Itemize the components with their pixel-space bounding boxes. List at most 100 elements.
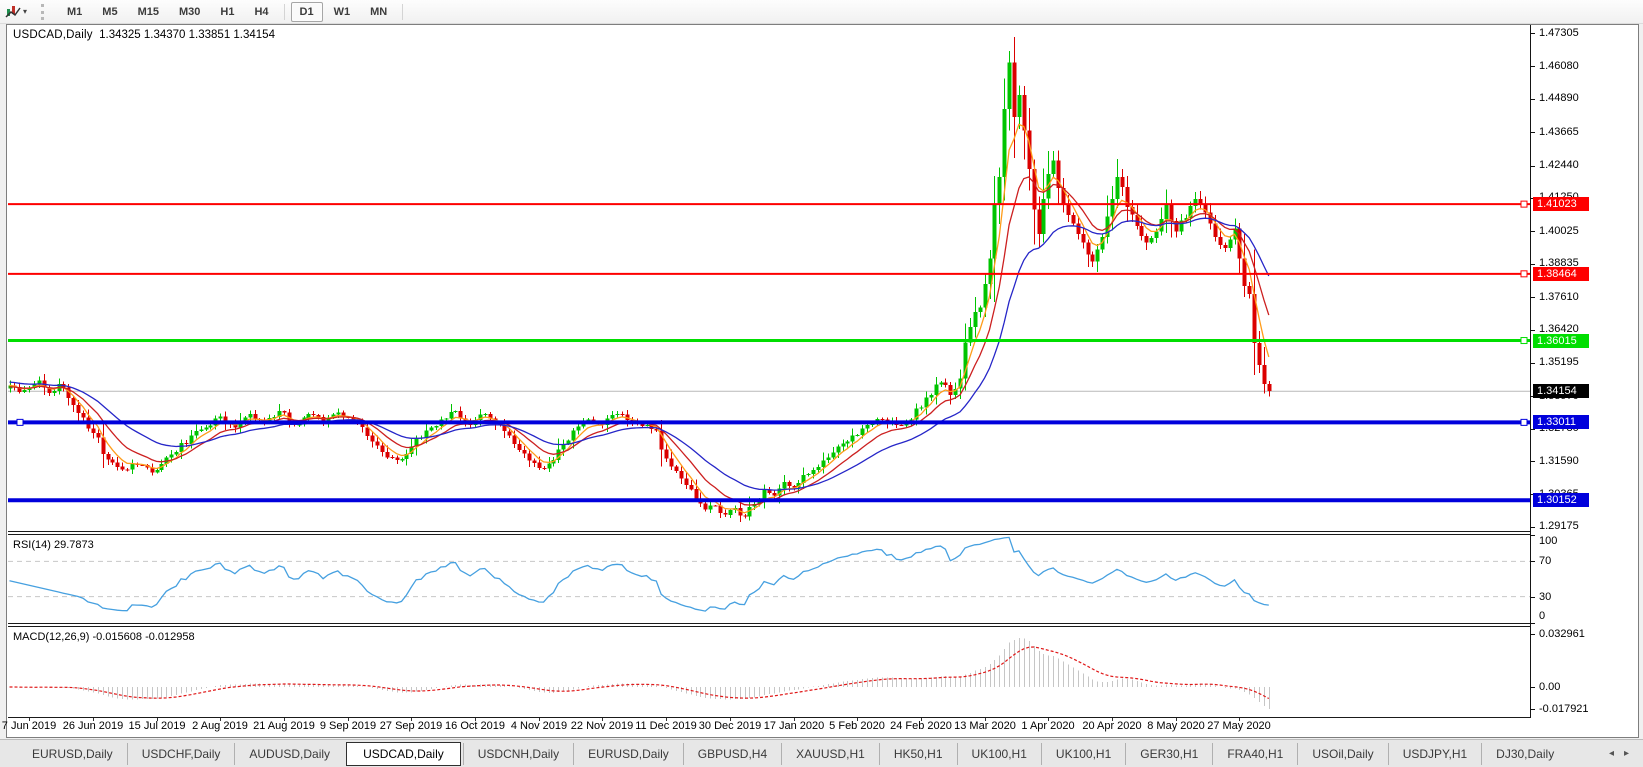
price-tick	[1530, 527, 1535, 528]
date-label: 13 Mar 2020	[954, 720, 1016, 732]
price-tick	[1530, 132, 1535, 133]
current-price-label: 1.34154	[1533, 384, 1589, 398]
rsi-line	[10, 537, 1269, 611]
date-label: 21 Aug 2019	[253, 720, 315, 732]
price-tick	[1530, 461, 1535, 462]
timeframe-button-m15[interactable]: M15	[129, 2, 168, 22]
price-tick-label: 1.43665	[1539, 126, 1579, 139]
macd-signal-line	[10, 647, 1269, 699]
price-tick-label: 1.47305	[1539, 27, 1579, 40]
chart-symbol-label: USDCAD,Daily	[13, 29, 93, 41]
price-tick	[1530, 99, 1535, 100]
date-label: 11 Dec 2019	[635, 720, 697, 732]
date-label: 24 Feb 2020	[890, 720, 952, 732]
dropdown-caret-icon[interactable]: ▾	[23, 7, 35, 16]
price-tick	[1530, 166, 1535, 167]
macd-tick	[1530, 687, 1535, 688]
date-label: 17 Jan 2020	[764, 720, 825, 732]
tab-usdcnh-daily-4[interactable]: USDCNH,Daily	[463, 743, 573, 765]
tab-scroll-left-icon[interactable]: ◂	[1609, 748, 1614, 759]
rsi-label: RSI(14) 29.7873	[13, 539, 94, 551]
top-toolbar: ▾ M1M5M15M30H1H4 D1W1MN	[0, 0, 1643, 24]
main-price-pane[interactable]	[8, 25, 1530, 531]
tab-eurusd-daily-0[interactable]: EURUSD,Daily	[18, 743, 127, 765]
tab-uk100-h1-10[interactable]: UK100,H1	[1041, 743, 1125, 765]
price-tick-label: 1.42440	[1539, 159, 1579, 172]
tab-usdchf-daily-1[interactable]: USDCHF,Daily	[127, 743, 235, 765]
toolbar-drag-handle[interactable]	[41, 4, 49, 20]
timeframe-button-m1[interactable]: M1	[58, 2, 91, 22]
timeframe-button-h1[interactable]: H1	[211, 2, 243, 22]
timeframe-button-m5[interactable]: M5	[93, 2, 126, 22]
price-tick-label: 1.46080	[1539, 60, 1579, 73]
ma-24	[10, 218, 1269, 490]
date-axis-separator	[8, 717, 1530, 718]
pane-divider	[8, 626, 1530, 627]
price-tick	[1530, 33, 1535, 34]
tab-usoil-daily-13[interactable]: USOil,Daily	[1297, 743, 1387, 765]
date-label: 20 Apr 2020	[1082, 720, 1141, 732]
price-tick-label: 1.44890	[1539, 92, 1579, 105]
date-label: 15 Jul 2019	[129, 720, 186, 732]
chart-title: USDCAD,Daily 1.34325 1.34370 1.33851 1.3…	[13, 29, 275, 41]
price-tick-label: 1.35195	[1539, 356, 1579, 369]
price-tick	[1530, 297, 1535, 298]
indicator-tool-icon[interactable]	[3, 3, 23, 21]
rsi-tick	[1530, 623, 1535, 624]
pane-divider	[8, 534, 1530, 535]
tab-eurusd-daily-5[interactable]: EURUSD,Daily	[573, 743, 683, 765]
rsi-tick-label: 30	[1539, 591, 1551, 604]
price-axis-line	[1530, 25, 1531, 718]
date-label: 9 Sep 2019	[320, 720, 376, 732]
price-tick-label: 1.37610	[1539, 291, 1579, 304]
date-label: 16 Oct 2019	[445, 720, 505, 732]
tab-hk50-h1-8[interactable]: HK50,H1	[879, 743, 957, 765]
tab-scroll-right-icon[interactable]: ▸	[1624, 748, 1629, 759]
price-tick	[1530, 66, 1535, 67]
macd-pane[interactable]	[8, 627, 1530, 716]
macd-label: MACD(12,26,9) -0.015608 -0.012958	[13, 631, 195, 643]
rsi-tick	[1530, 561, 1535, 562]
date-label: 30 Dec 2019	[699, 720, 761, 732]
date-label: 4 Nov 2019	[511, 720, 567, 732]
date-label: 8 May 2020	[1147, 720, 1204, 732]
tab-usdjpy-h1-14[interactable]: USDJPY,H1	[1388, 743, 1481, 765]
timeframe-button-h4[interactable]: H4	[245, 2, 277, 22]
rsi-tick-label: 100	[1539, 535, 1557, 548]
tab-gbpusd-h4-6[interactable]: GBPUSD,H4	[683, 743, 781, 765]
symbol-tab-bar: EURUSD,DailyUSDCHF,DailyAUDUSD,DailyUSDC…	[0, 739, 1643, 767]
tab-dj30-daily-15[interactable]: DJ30,Daily	[1481, 743, 1568, 765]
macd-tick	[1530, 634, 1535, 635]
date-label: 22 Nov 2019	[571, 720, 633, 732]
price-tick-label: 1.31590	[1539, 455, 1579, 468]
date-label: 26 Jun 2019	[63, 720, 124, 732]
price-tick-label: 1.40025	[1539, 225, 1579, 238]
date-label: 1 Apr 2020	[1021, 720, 1074, 732]
timeframe-button-d1[interactable]: D1	[291, 2, 323, 22]
macd-tick-label: 0.032961	[1539, 628, 1585, 641]
rsi-tick	[1530, 535, 1535, 536]
hline-price-label: 1.41023	[1533, 197, 1589, 211]
tab-fra40-h1-12[interactable]: FRA40,H1	[1212, 743, 1297, 765]
macd-tick-label: 0.00	[1539, 681, 1560, 694]
timeframe-button-w1[interactable]: W1	[325, 2, 360, 22]
timeframe-toolbar: M1M5M15M30H1H4 D1W1MN	[57, 0, 408, 23]
toolbar-separator	[284, 4, 285, 20]
tab-xauusd-h1-7[interactable]: XAUUSD,H1	[781, 743, 879, 765]
date-label: 2 Aug 2019	[192, 720, 248, 732]
pane-divider[interactable]	[8, 531, 1530, 532]
tab-ger30-h1-11[interactable]: GER30,H1	[1125, 743, 1212, 765]
date-label: 27 Sep 2019	[380, 720, 442, 732]
timeframe-button-m30[interactable]: M30	[170, 2, 209, 22]
rsi-pane[interactable]	[8, 535, 1530, 623]
tab-uk100-h1-9[interactable]: UK100,H1	[957, 743, 1041, 765]
date-label: 27 May 2020	[1207, 720, 1271, 732]
price-tick	[1530, 330, 1535, 331]
macd-tick	[1530, 709, 1535, 710]
tab-audusd-daily-2[interactable]: AUDUSD,Daily	[234, 743, 344, 765]
tab-usdcad-daily-3[interactable]: USDCAD,Daily	[346, 742, 461, 766]
price-tick	[1530, 264, 1535, 265]
toolbar-separator	[402, 4, 403, 20]
timeframe-button-mn[interactable]: MN	[361, 2, 396, 22]
pane-divider[interactable]	[8, 623, 1530, 624]
